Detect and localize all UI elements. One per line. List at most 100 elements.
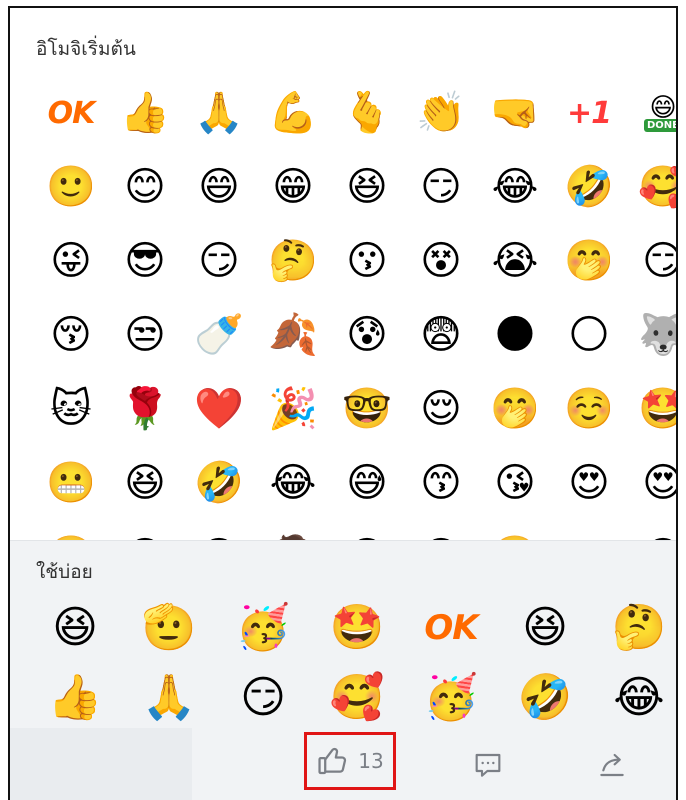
emoji-kiss-blush[interactable]: 😚 (34, 298, 108, 372)
emoji-heart-eyes[interactable]: 😍 (626, 446, 676, 520)
emoji-sweat-laugh[interactable]: 😅 (330, 520, 404, 540)
emoji-nerd-grin[interactable]: 🤓 (330, 372, 404, 446)
emoji-fist-bump[interactable]: 🤜 (478, 76, 552, 150)
emoji-squint-wink[interactable]: 😉 (108, 520, 182, 540)
emoji-muscle[interactable]: 💪 (256, 76, 330, 150)
emoji-tongue-wink[interactable]: 😜 (34, 224, 108, 298)
emoji-clap[interactable]: 👏 (404, 76, 478, 150)
comment-button[interactable] (464, 728, 512, 800)
toothy-smile-icon: 😬 (46, 460, 96, 506)
emoji-black-blob-sweat[interactable]: 😰 (330, 298, 404, 372)
like-count: 13 (358, 749, 384, 773)
emoji-facepalm[interactable]: 🤦 (256, 520, 330, 540)
emoji-yellow-blob[interactable]: 🌕 (552, 298, 626, 372)
emoji-heart-hands[interactable]: 🥰 (626, 150, 676, 224)
recent-emoji-ok[interactable]: OK (404, 593, 498, 663)
emoji-smile[interactable]: 🙂 (34, 150, 108, 224)
share-button[interactable] (588, 728, 636, 800)
recent-emoji-joy[interactable]: 😂 (592, 663, 676, 733)
emoji-toothy-smile[interactable]: 😬 (34, 446, 108, 520)
emoji-dizzy-eyes[interactable]: 😵‍💫 (34, 520, 108, 540)
emoji-sunglasses[interactable]: 😎 (108, 224, 182, 298)
emoji-party-popper[interactable]: 🎉 (256, 372, 330, 446)
emoji-blow-kiss[interactable]: 😘 (478, 446, 552, 520)
recent-emoji-thumbs-up[interactable]: 👍 (28, 663, 122, 733)
recent-emoji-laugh[interactable]: 😆 (498, 593, 592, 663)
emoji-cool[interactable]: 😎 (182, 520, 256, 540)
recent-emoji-celebrate[interactable]: 🥳 (216, 593, 310, 663)
sweat-grin-icon: 😅 (346, 460, 388, 506)
emoji-kissing[interactable]: 😙 (404, 446, 478, 520)
recent-emoji-star-eyes[interactable]: 🤩 (310, 593, 404, 663)
emoji-done[interactable]: 😄 DONE (626, 76, 676, 150)
emoji-cat[interactable]: 🐱 (34, 372, 108, 446)
emoji-thumbs-up[interactable]: 👍 (108, 76, 182, 150)
joy-icon: 😂 (491, 164, 539, 210)
emoji-heart[interactable]: ❤️ (182, 372, 256, 446)
recent-emoji-sparkle-smirk[interactable]: 😏 (216, 663, 310, 733)
emoji-dizzy-think[interactable]: 😵 (404, 224, 478, 298)
emoji-heart-eyes-blush[interactable]: 😍 (552, 446, 626, 520)
laugh-squint-icon: 😆 (346, 164, 388, 210)
smirk-icon: 😏 (642, 241, 676, 281)
emoji-hand-over-mouth[interactable]: 🤭 (552, 224, 626, 298)
recent-emoji-hands-cheeks[interactable]: 😆 (28, 593, 122, 663)
emoji-angry[interactable]: 😠 (404, 520, 478, 540)
emoji-dark-blob[interactable]: 🌑 (478, 298, 552, 372)
emoji-unamused[interactable]: 😒 (108, 298, 182, 372)
emoji-panel-window: อิโมจิเริ่มต้น OK 👍 🙏 💪 🫰 👏 🤜 +1 😄DONE 🙂 😊 😄 😁 😆 😏 😂 🤣 🥰 😜… (8, 6, 678, 800)
emoji-scared-sweat[interactable]: 😨 (404, 298, 478, 372)
recent-emoji-heart-hug[interactable]: 🥰 (310, 663, 404, 733)
like-button[interactable]: 13 (304, 732, 396, 790)
emoji-husky[interactable]: 🐺 (626, 298, 676, 372)
emoji-plus-one[interactable]: +1 (552, 76, 626, 150)
emoji-finger-heart[interactable]: 🫰 (330, 76, 404, 150)
emoji-surprised[interactable]: 😮 (626, 520, 676, 540)
joy-icon: 😂 (613, 672, 665, 723)
recent-emoji-salute[interactable]: 🫡 (122, 593, 216, 663)
black-blob-sweat-icon: 😰 (346, 312, 388, 358)
emoji-hearty-laugh[interactable]: 😆 (108, 446, 182, 520)
confused-icon: 🤔 (611, 602, 667, 653)
recent-emoji-rofl[interactable]: 🤣 (498, 663, 592, 733)
emoji-smirk-side[interactable]: 😏 (404, 150, 478, 224)
emoji-whistle[interactable]: 😗 (330, 224, 404, 298)
emoji-sweat-grin[interactable]: 😅 (330, 446, 404, 520)
clap-icon: 👏 (416, 90, 466, 136)
emoji-crying[interactable]: 😭 (478, 224, 552, 298)
emoji-blush-smile[interactable]: 😊 (108, 150, 182, 224)
emoji-ok[interactable]: OK (34, 76, 108, 150)
emoji-grin[interactable]: 😄 (182, 150, 256, 224)
default-emoji-title: อิโมจิเริ่มต้น (36, 38, 136, 60)
emoji-smirk[interactable]: 😏 (626, 224, 676, 298)
recent-emoji-pray[interactable]: 🙏 (122, 663, 216, 733)
emoji-pleased[interactable]: 😌 (404, 372, 478, 446)
crying-icon: 😭 (491, 238, 539, 284)
emoji-laugh-squint[interactable]: 😆 (330, 150, 404, 224)
dark-blob-icon: 🌑 (494, 312, 536, 358)
yellow-blob-icon: 🌕 (568, 312, 610, 358)
emoji-star-struck[interactable]: 🤩 (626, 372, 676, 446)
emoji-sparkle-smirk[interactable]: 😏 (182, 224, 256, 298)
emoji-rofl[interactable]: 🤣 (552, 150, 626, 224)
tears-of-joy-icon: 😂 (269, 460, 317, 506)
emoji-tears-of-joy[interactable]: 😂 (256, 446, 330, 520)
emoji-peek[interactable]: 👀 (552, 520, 626, 540)
emoji-pray[interactable]: 🙏 (182, 76, 256, 150)
emoji-rolling-laugh[interactable]: 🤣 (182, 446, 256, 520)
emoji-baby-bottle[interactable]: 🍼 (182, 298, 256, 372)
emoji-headband[interactable]: 😤 (478, 520, 552, 540)
emoji-leaf-face[interactable]: 🍂 (256, 298, 330, 372)
emoji-joy[interactable]: 😂 (478, 150, 552, 224)
recent-emoji-party-face[interactable]: 🥳 (404, 663, 498, 733)
emoji-big-grin[interactable]: 😁 (256, 150, 330, 224)
emoji-thinking[interactable]: 🤔 (256, 224, 330, 298)
frequently-used-section: ใช้บ่อย 😆 🫡 🥳 🤩 OK 😆 🤔 👍 🙏 😏 🥰 🥳 🤣 😂 (10, 540, 676, 729)
emoji-rose[interactable]: 🌹 (108, 372, 182, 446)
pleased-icon: 😌 (420, 386, 462, 432)
star-struck-icon: 🤩 (638, 389, 676, 429)
default-emoji-grid: OK 👍 🙏 💪 🫰 👏 🤜 +1 😄DONE 🙂 😊 😄 😁 😆 😏 😂 🤣 🥰 😜 😎 😏 🤔 😗 😵 😭 🤭 😏 😚 😒 🍼 🍂 😰 😨 🌑… (34, 76, 676, 540)
emoji-giggle[interactable]: 🤭 (478, 372, 552, 446)
emoji-happy[interactable]: ☺️ (552, 372, 626, 446)
recent-emoji-confused[interactable]: 🤔 (592, 593, 676, 663)
